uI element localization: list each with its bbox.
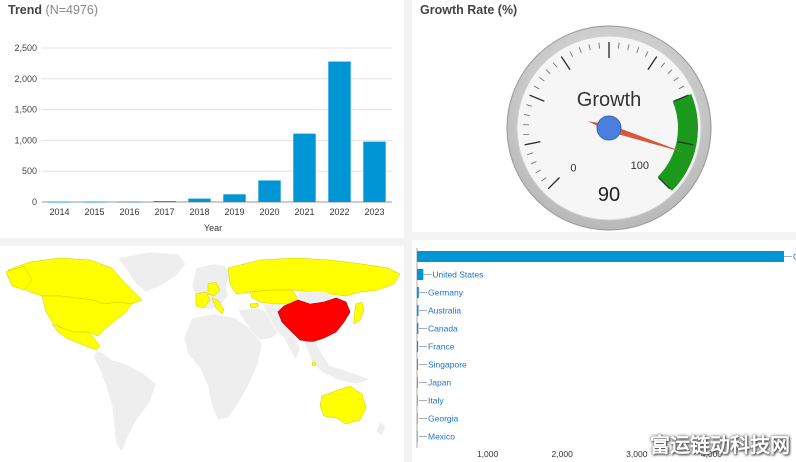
trend-x-tick-label: 2022 (329, 207, 349, 217)
right-horizontal-divider (412, 232, 796, 240)
country-label: Mexico (428, 432, 455, 442)
country-label: Canada (428, 324, 458, 334)
trend-bar-2019 (223, 194, 246, 202)
country-bar-japan (417, 377, 418, 388)
country-x-tick-label: 1,000 (477, 449, 499, 459)
trend-x-tick-label: 2020 (259, 207, 279, 217)
trend-bar-2015 (83, 201, 106, 203)
country-bar-china (417, 251, 785, 262)
country-label: France (428, 342, 455, 352)
gauge-label: Growth (577, 89, 641, 111)
trend-x-tick-label: 2021 (294, 207, 314, 217)
country-label: Australia (428, 306, 461, 316)
trend-bar-2016 (118, 201, 141, 203)
country-bar-france (417, 341, 419, 352)
trend-bar-2023 (363, 141, 386, 202)
trend-bar-chart: 0 500 1,000 1,500 2,000 2,500 2014 2015 2016 2017… (14, 43, 392, 233)
country-label: Georgia (428, 414, 459, 424)
country-bar-united-states (417, 269, 424, 280)
trend-bar-2018 (188, 198, 211, 202)
trend-panel: Trend (N=4976) 0 500 1,000 1,500 2,000 2,500 2… (0, 0, 404, 238)
country-label: Italy (428, 396, 444, 406)
gauge-value-readout: 90 (598, 184, 620, 206)
trend-y-tick-label: 2,000 (14, 74, 37, 84)
growth-gauge: 0 100 Growth 90 (506, 25, 712, 231)
gauge-max-label: 100 (631, 160, 649, 172)
country-bar-singapore (417, 359, 418, 370)
trend-x-tick-label: 2015 (84, 207, 104, 217)
trend-x-tick-label: 2016 (119, 207, 139, 217)
country-x-tick-label: 3,000 (626, 449, 648, 459)
country-label: United States (432, 270, 483, 280)
trend-bar-2020 (258, 180, 281, 202)
trend-y-tick-label: 500 (22, 166, 37, 176)
country-label: Singapore (428, 360, 467, 370)
country-bar-italy (417, 395, 418, 406)
country-bar-australia (417, 305, 419, 316)
country-label: Japan (428, 378, 451, 388)
trend-x-tick-label: 2019 (224, 207, 244, 217)
map-singapore (311, 361, 317, 367)
watermark: 富运链动科技网 (650, 433, 790, 457)
world-map-panel (0, 246, 404, 462)
trend-x-tick-label: 2018 (189, 207, 209, 217)
country-bar-georgia (417, 413, 418, 424)
country-bar-mexico (417, 431, 418, 442)
trend-y-tick-label: 1,500 (14, 105, 37, 115)
trend-bar-2014 (48, 201, 71, 203)
country-label: Germany (428, 288, 464, 298)
left-horizontal-divider (0, 238, 404, 246)
trend-x-tick-label: 2023 (364, 207, 384, 217)
country-bar-germany (417, 287, 419, 298)
trend-bar-2021 (293, 133, 316, 202)
trend-bar-2017 (153, 201, 176, 202)
growth-rate-panel: Growth Rate (%) 0 100 Growth 90 (412, 0, 796, 232)
trend-x-tick-label: 2014 (49, 207, 69, 217)
world-map (0, 246, 404, 462)
trend-x-tick-label: 2017 (154, 207, 174, 217)
country-bar-canada (417, 323, 419, 334)
trend-y-tick-label: 2,500 (14, 43, 37, 53)
country-x-tick-label: 2,000 (552, 449, 574, 459)
trend-bar-2022 (328, 61, 351, 202)
trend-y-tick-label: 1,000 (14, 135, 37, 145)
gauge-min-label: 0 (570, 163, 576, 175)
trend-y-tick-label: 0 (32, 197, 37, 207)
trend-x-axis-title: Year (204, 223, 222, 233)
vertical-divider (404, 0, 412, 462)
map-georgia (249, 302, 259, 309)
gauge-hub (596, 115, 622, 141)
